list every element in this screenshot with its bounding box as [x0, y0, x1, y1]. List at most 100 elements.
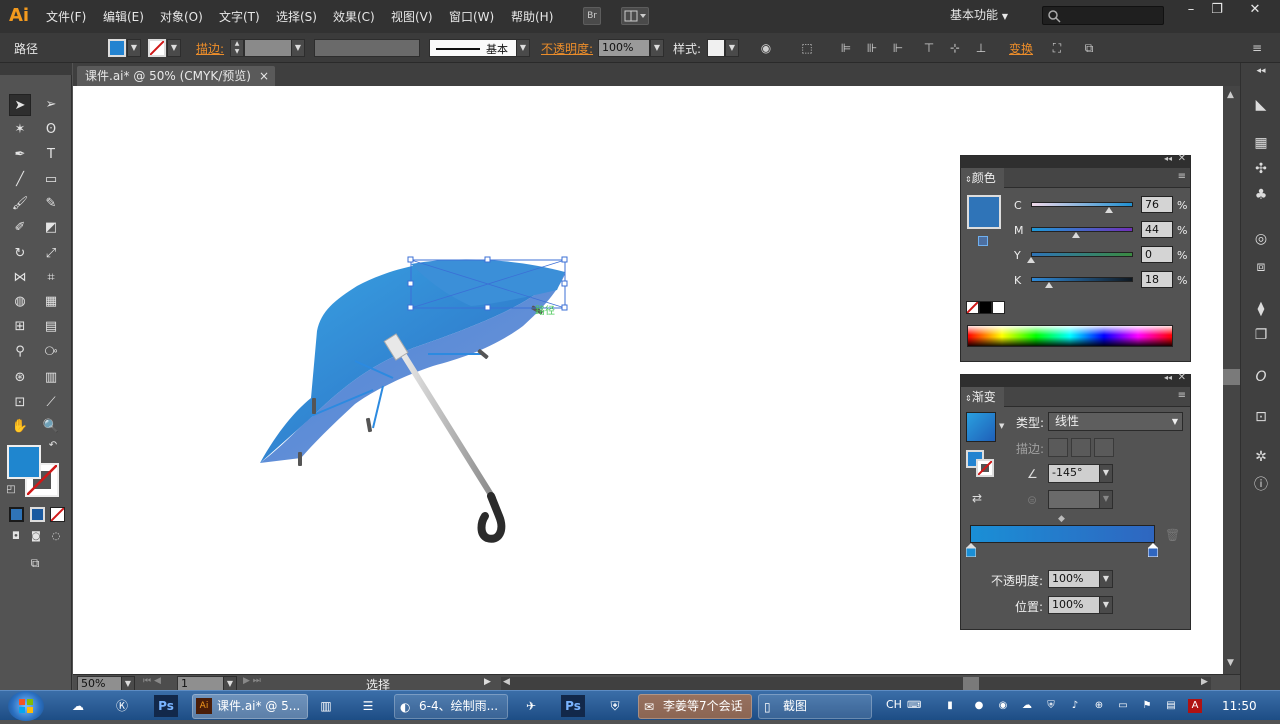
- channel-y-slider[interactable]: [1031, 252, 1133, 257]
- blend-tool-icon[interactable]: ⧂: [40, 341, 62, 363]
- selection-tool-icon[interactable]: ➤: [9, 94, 31, 116]
- gradient-aspect-dropdown[interactable]: ▼: [1099, 490, 1113, 509]
- list-app-icon[interactable]: ☰: [356, 695, 380, 717]
- channel-m-thumb[interactable]: [1071, 232, 1080, 238]
- close-panel-icon[interactable]: ✕: [1178, 153, 1186, 164]
- lasso-tool-icon[interactable]: ʘ: [40, 119, 62, 141]
- battery-icon[interactable]: ▮: [943, 699, 957, 713]
- security-tray-icon[interactable]: ⛨: [1044, 699, 1058, 713]
- cloud-app-icon[interactable]: ☁: [66, 695, 90, 717]
- type-tool-icon[interactable]: T: [40, 144, 62, 166]
- graphic-style-dropdown[interactable]: ▼: [725, 39, 739, 57]
- brush-definition[interactable]: 基本: [429, 39, 517, 57]
- align-top-icon[interactable]: ⊤: [922, 41, 936, 55]
- draw-behind-icon[interactable]: ◙: [27, 528, 45, 546]
- channel-c-field[interactable]: 76: [1141, 196, 1173, 213]
- start-button[interactable]: [8, 691, 44, 721]
- gradient-angle-field[interactable]: -145°: [1048, 464, 1100, 483]
- shield-icon[interactable]: ⛨: [603, 695, 627, 717]
- menu-file[interactable]: 文件(F): [46, 8, 86, 25]
- paintbrush-tool-icon[interactable]: 🖌: [9, 193, 31, 215]
- gradient-angle-dropdown[interactable]: ▼: [1099, 464, 1113, 483]
- taskbar-screenshot[interactable]: ▯ 截图: [758, 694, 872, 719]
- close-button[interactable]: ✕: [1240, 2, 1270, 20]
- align-bottom-icon[interactable]: ⊥: [974, 41, 988, 55]
- magic-wand-tool-icon[interactable]: ✶: [9, 119, 31, 141]
- info-panel-icon[interactable]: ⓘ: [1251, 475, 1271, 495]
- gradient-opacity-field[interactable]: 100%: [1048, 570, 1100, 588]
- screen-mode-icon[interactable]: ⧉: [23, 553, 47, 573]
- free-transform-tool-icon[interactable]: ⌗: [40, 267, 62, 289]
- stroke-gradient-within-button[interactable]: [1048, 438, 1068, 457]
- opacity-dropdown[interactable]: ▼: [650, 39, 664, 57]
- menu-view[interactable]: 视图(V): [391, 8, 433, 25]
- horizontal-scrollbar[interactable]: ◀ ▶: [501, 677, 1211, 690]
- none-mode-button[interactable]: [50, 507, 65, 522]
- first-artboard-icon[interactable]: ⏮ ◀: [143, 676, 161, 686]
- column-graph-tool-icon[interactable]: ▥: [40, 367, 62, 389]
- color-panel-tab[interactable]: ⇕颜色: [961, 168, 1004, 188]
- stroke-dropdown[interactable]: ▼: [167, 39, 181, 57]
- white-color-swatch[interactable]: [992, 301, 1005, 314]
- delete-stop-icon[interactable]: 🗑: [1165, 528, 1180, 542]
- default-fill-stroke-icon[interactable]: ◰: [4, 483, 18, 497]
- menu-help[interactable]: 帮助(H): [511, 8, 553, 25]
- appearance-panel-icon[interactable]: ◎: [1251, 229, 1271, 249]
- display-tray-icon[interactable]: ▭: [1116, 699, 1130, 713]
- gradient-stop-right[interactable]: [1147, 543, 1159, 558]
- wechat-icon[interactable]: ●: [972, 699, 986, 713]
- symbol-sprayer-tool-icon[interactable]: ⊛: [9, 367, 31, 389]
- collapse-dock-icon[interactable]: ◂◂: [1251, 65, 1271, 77]
- draw-normal-icon[interactable]: ◘: [7, 528, 25, 546]
- vertical-scrollbar[interactable]: ▲ ▼: [1223, 86, 1240, 674]
- gradient-aspect-field[interactable]: [1048, 490, 1100, 509]
- eraser-tool-icon[interactable]: ◩: [40, 217, 62, 239]
- color-mode-button[interactable]: [9, 507, 24, 522]
- layers-panel-icon[interactable]: ⧫: [1251, 299, 1271, 319]
- fill-color-front[interactable]: [7, 445, 41, 479]
- restore-button[interactable]: ❐: [1202, 2, 1232, 20]
- line-tool-icon[interactable]: ╱: [9, 169, 31, 191]
- arrange-documents-button[interactable]: [621, 7, 649, 25]
- network-icon[interactable]: ▤: [1164, 699, 1178, 713]
- align-to-icon[interactable]: ⬚: [800, 41, 814, 55]
- zoom-level-field[interactable]: 50%: [77, 676, 123, 691]
- channel-c-slider[interactable]: [1031, 202, 1133, 207]
- zoom-dropdown[interactable]: ▼: [121, 676, 135, 691]
- menu-object[interactable]: 对象(O): [160, 8, 203, 25]
- recolor-artwork-icon[interactable]: ◉: [759, 41, 773, 55]
- envelope-options-icon[interactable]: ⧉: [1082, 41, 1096, 55]
- gradient-panel-header[interactable]: ◂◂ ✕: [961, 372, 1190, 387]
- input-language[interactable]: CH: [886, 698, 902, 711]
- add-tray-icon[interactable]: ⊕: [1092, 699, 1106, 713]
- transform-label[interactable]: 变换: [1009, 40, 1033, 57]
- fill-swatch[interactable]: [108, 39, 126, 57]
- align-right-icon[interactable]: ⊩: [891, 41, 905, 55]
- draw-inside-icon[interactable]: ◌: [47, 528, 65, 546]
- variable-width-profile[interactable]: [314, 39, 420, 57]
- menu-effect[interactable]: 效果(C): [333, 8, 375, 25]
- rotate-tool-icon[interactable]: ↻: [9, 243, 31, 265]
- channel-y-thumb[interactable]: [1027, 257, 1035, 263]
- gradient-location-dropdown[interactable]: ▼: [1099, 596, 1113, 614]
- isolate-icon[interactable]: ⛶: [1050, 41, 1064, 55]
- network-tray-icon[interactable]: ☁: [1020, 699, 1034, 713]
- rectangle-tool-icon[interactable]: ▭: [40, 169, 62, 191]
- stroke-weight-stepper[interactable]: ▲ ▼: [230, 39, 244, 57]
- channel-m-slider[interactable]: [1031, 227, 1133, 232]
- gradient-location-field[interactable]: 100%: [1048, 596, 1100, 614]
- menu-select[interactable]: 选择(S): [276, 8, 317, 25]
- taskbar-illustrator[interactable]: Ai 课件.ai* @ 5...: [192, 694, 308, 719]
- help-search-input[interactable]: [1042, 6, 1164, 25]
- stroke-gradient-across-button[interactable]: [1094, 438, 1114, 457]
- graphic-styles-panel-icon[interactable]: ⧈: [1251, 257, 1271, 277]
- workspace-switcher[interactable]: 基本功能 ▼: [950, 6, 1028, 26]
- brush-dropdown[interactable]: ▼: [516, 39, 530, 57]
- taskbar-qq-chat[interactable]: ✉ 李姜等7个会话: [638, 694, 752, 719]
- pencil-tool-icon[interactable]: ✎: [40, 193, 62, 215]
- menu-window[interactable]: 窗口(W): [449, 8, 494, 25]
- toolbar-grip[interactable]: [0, 63, 72, 75]
- photoshop-icon[interactable]: Ps: [561, 695, 585, 717]
- artboard-number-field[interactable]: 1: [177, 676, 225, 691]
- symbols-panel-icon[interactable]: ♣: [1251, 185, 1271, 205]
